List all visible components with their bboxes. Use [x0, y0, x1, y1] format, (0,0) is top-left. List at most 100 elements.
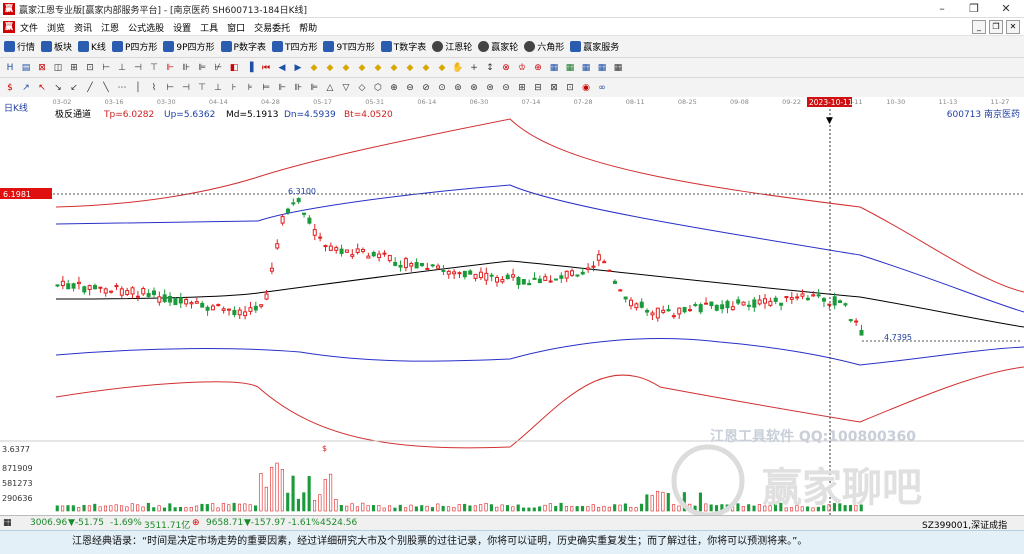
frame-tool-icon[interactable]: ⊡ — [84, 62, 96, 74]
tick7-icon[interactable]: ⊧ — [244, 82, 256, 94]
toolbar-item[interactable]: 赢家服务 — [570, 40, 619, 53]
toolbar-item[interactable]: 9T四方形 — [323, 40, 375, 53]
trend4-icon[interactable]: ↙ — [68, 82, 80, 94]
zoom-tool-icon[interactable]: ◧ — [228, 62, 240, 74]
target8-icon[interactable]: ⊝ — [500, 82, 512, 94]
toolbar-item[interactable]: 江恩轮 — [432, 40, 472, 53]
bar5-tool-icon[interactable]: ⊪ — [180, 62, 192, 74]
tick6-icon[interactable]: ⊦ — [228, 82, 240, 94]
toolbar-item[interactable]: 赢家轮 — [478, 40, 518, 53]
prev-icon[interactable]: ◀ — [276, 62, 288, 74]
cross-icon[interactable]: + — [468, 62, 480, 74]
tick-tool-icon[interactable]: ⊢ — [100, 62, 112, 74]
window2-icon[interactable]: ▦ — [564, 62, 576, 74]
grid-tool-icon[interactable]: ▤ — [20, 62, 32, 74]
diamond4-icon[interactable]: ◆ — [356, 62, 368, 74]
h-tool-icon[interactable]: H — [4, 62, 16, 74]
menu-item[interactable]: 江恩 — [101, 21, 119, 34]
menu-item[interactable]: 浏览 — [47, 21, 65, 34]
mdi-restore-button[interactable]: ❐ — [989, 20, 1003, 34]
triangle-icon[interactable]: △ — [324, 82, 336, 94]
target11-icon[interactable]: ⊠ — [548, 82, 560, 94]
vert-icon[interactable]: ↕ — [484, 62, 496, 74]
bar4-tool-icon[interactable]: ⊩ — [164, 62, 176, 74]
diamond3-icon[interactable]: ◆ — [340, 62, 352, 74]
target-icon[interactable]: ⊕ — [388, 82, 400, 94]
menu-item[interactable]: 资讯 — [74, 21, 92, 34]
target10-icon[interactable]: ⊟ — [532, 82, 544, 94]
diamond-icon[interactable]: ◆ — [308, 62, 320, 74]
close-button[interactable]: ✕ — [990, 0, 1022, 18]
restore-button[interactable]: ❐ — [958, 0, 990, 18]
bar6-tool-icon[interactable]: ⊫ — [196, 62, 208, 74]
toolbar-item[interactable]: K线 — [78, 40, 106, 53]
trend-icon[interactable]: ↗ — [20, 82, 32, 94]
toolbar-item[interactable]: P四方形 — [111, 40, 157, 53]
kline-chart[interactable]: 03-02 03-16 03-30 04-14 04-28 05-17 05-31 06-14… — [0, 97, 1024, 518]
hand-icon[interactable]: ✋ — [452, 62, 464, 74]
toolbar-item[interactable]: T四方形 — [271, 40, 317, 53]
toolbar-item[interactable]: 板块 — [41, 40, 72, 53]
tick9-icon[interactable]: ⊩ — [276, 82, 288, 94]
tick8-icon[interactable]: ⊨ — [260, 82, 272, 94]
bar3-tool-icon[interactable]: ⊤ — [148, 62, 160, 74]
tick2-icon[interactable]: ⊢ — [164, 82, 176, 94]
diamond7-icon[interactable]: ◆ — [404, 62, 416, 74]
line2-icon[interactable]: ╲ — [100, 82, 112, 94]
infinity-icon[interactable]: ∞ — [596, 82, 608, 94]
menu-item[interactable]: 窗口 — [227, 21, 245, 34]
sh-index-value[interactable]: 3006.96 — [30, 518, 67, 528]
tick10-icon[interactable]: ⊪ — [292, 82, 304, 94]
target2-icon[interactable]: ⊖ — [404, 82, 416, 94]
table-tool-icon[interactable]: ⊞ — [68, 62, 80, 74]
toolbar-item[interactable]: P数字表 — [220, 40, 266, 53]
target9-icon[interactable]: ⊞ — [516, 82, 528, 94]
kline-chart-area[interactable]: 03-02 03-16 03-30 04-14 04-28 05-17 05-31 06-14… — [0, 97, 1024, 518]
menu-item[interactable]: 帮助 — [299, 21, 317, 34]
target7-icon[interactable]: ⊜ — [484, 82, 496, 94]
sz-index-value[interactable]: 9658.71 — [206, 518, 243, 528]
window5-icon[interactable]: ▦ — [612, 62, 624, 74]
next-icon[interactable]: ▶ — [292, 62, 304, 74]
menu-item[interactable]: 文件 — [20, 21, 38, 34]
wave-icon[interactable]: ⌇ — [148, 82, 160, 94]
hexagon-outline-icon[interactable]: ⬡ — [372, 82, 384, 94]
toolbar-item[interactable]: T数字表 — [380, 40, 426, 53]
toolbar-item[interactable]: 9P四方形 — [163, 40, 215, 53]
menu-item[interactable]: 公式选股 — [128, 21, 164, 34]
window4-icon[interactable]: ▦ — [596, 62, 608, 74]
target12-icon[interactable]: ⊡ — [564, 82, 576, 94]
diamond-outline-icon[interactable]: ◇ — [356, 82, 368, 94]
trend2-icon[interactable]: ↖ — [36, 82, 48, 94]
diamond2-icon[interactable]: ◆ — [324, 62, 336, 74]
diamond5-icon[interactable]: ◆ — [372, 62, 384, 74]
bar-tool-icon[interactable]: ⊥ — [116, 62, 128, 74]
target5-icon[interactable]: ⊚ — [452, 82, 464, 94]
first-icon[interactable]: ⏮ — [260, 62, 272, 74]
menu-item[interactable]: 工具 — [200, 21, 218, 34]
bar7-tool-icon[interactable]: ⊬ — [212, 62, 224, 74]
mdi-minimize-button[interactable]: _ — [972, 20, 986, 34]
mdi-close-button[interactable]: ✕ — [1006, 20, 1020, 34]
bar2-tool-icon[interactable]: ⊣ — [132, 62, 144, 74]
tick3-icon[interactable]: ⊣ — [180, 82, 192, 94]
line-icon[interactable]: ╱ — [84, 82, 96, 94]
tick4-icon[interactable]: ⊤ — [196, 82, 208, 94]
tick5-icon[interactable]: ⊥ — [212, 82, 224, 94]
diamond9-icon[interactable]: ◆ — [436, 62, 448, 74]
crown-icon[interactable]: ♔ — [516, 62, 528, 74]
trend3-icon[interactable]: ↘ — [52, 82, 64, 94]
triangle2-icon[interactable]: ▽ — [340, 82, 352, 94]
dollar-icon[interactable]: $ — [4, 82, 16, 94]
menu-item[interactable]: 交易委托 — [254, 21, 290, 34]
target6-icon[interactable]: ⊛ — [468, 82, 480, 94]
record-icon[interactable]: ◉ — [580, 82, 592, 94]
target3-icon[interactable]: ⊘ — [420, 82, 432, 94]
vline-icon[interactable]: │ — [132, 82, 144, 94]
diamond6-icon[interactable]: ◆ — [388, 62, 400, 74]
diamond8-icon[interactable]: ◆ — [420, 62, 432, 74]
cancel-icon[interactable]: ⊗ — [500, 62, 512, 74]
window3-icon[interactable]: ▦ — [580, 62, 592, 74]
split-tool-icon[interactable]: ▐ — [244, 62, 256, 74]
toolbar-item[interactable]: 行情 — [4, 40, 35, 53]
